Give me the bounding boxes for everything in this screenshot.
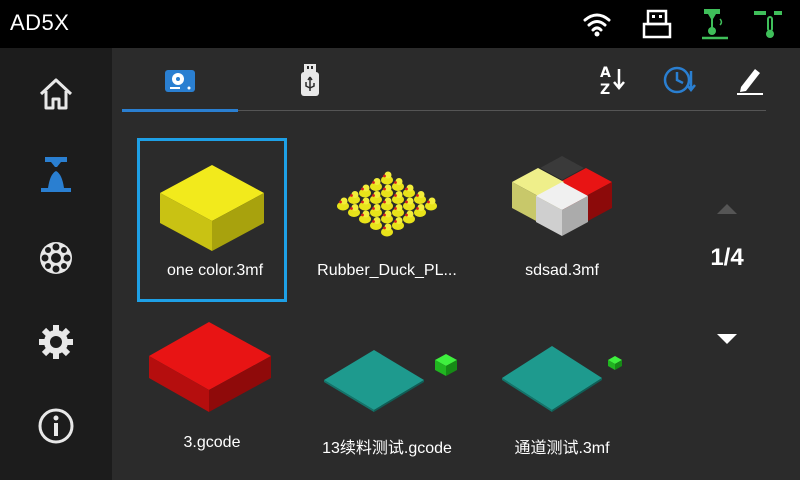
- file-name: sdsad.3mf: [525, 262, 599, 279]
- sort-az-icon: A Z: [600, 65, 625, 97]
- sidebar-item-filament[interactable]: [34, 236, 78, 280]
- sidebar-item-print[interactable]: [34, 152, 78, 196]
- triangle-down-icon: [717, 334, 737, 344]
- info-icon: [38, 408, 74, 444]
- sidebar-item-info[interactable]: [34, 404, 78, 448]
- file-card[interactable]: 通道测试.3mf: [487, 310, 637, 474]
- file-thumbnail: [312, 316, 462, 426]
- file-thumbnail: [140, 147, 284, 257]
- tab-local-storage[interactable]: [150, 60, 210, 100]
- gear-icon: [39, 325, 73, 359]
- edit-icon: [737, 69, 763, 95]
- file-thumbnail: [312, 144, 462, 254]
- nozzle-temperature-icon[interactable]: [698, 7, 732, 41]
- triangle-up-icon: [717, 204, 737, 214]
- wifi-icon[interactable]: [580, 7, 614, 41]
- sidebar-item-home[interactable]: [34, 72, 78, 116]
- sort-by-name-button[interactable]: A Z: [592, 60, 632, 100]
- tab-usb[interactable]: [280, 60, 340, 100]
- file-name: 通道测试.3mf: [514, 440, 610, 457]
- top-bar: AD5X: [0, 0, 800, 48]
- home-icon: [39, 78, 73, 110]
- active-tab-indicator: [122, 109, 238, 112]
- file-thumbnail: [487, 144, 637, 254]
- page-indicator: 1/4: [710, 244, 744, 271]
- file-card[interactable]: 3.gcode: [137, 310, 287, 474]
- file-name: 3.gcode: [183, 434, 241, 451]
- sort-by-time-button[interactable]: [660, 60, 700, 100]
- file-card[interactable]: Rubber_Duck_PL...: [312, 138, 462, 302]
- usb-drive-icon: [301, 64, 319, 96]
- file-browser: A Z one color.3mf Rubber_Duck_PL... sdsa…: [112, 48, 800, 480]
- file-card[interactable]: one color.3mf: [137, 138, 287, 302]
- print-icon: [41, 157, 71, 192]
- file-card[interactable]: 13续料测试.gcode: [312, 310, 462, 474]
- file-thumbnail: [487, 316, 637, 426]
- file-name: one color.3mf: [166, 262, 264, 279]
- sidebar-item-settings[interactable]: [34, 320, 78, 364]
- sort-time-icon: [663, 66, 696, 94]
- svg-text:Z: Z: [600, 82, 610, 97]
- file-thumbnail: [137, 316, 287, 426]
- file-name: 13续料测试.gcode: [322, 440, 452, 457]
- file-name: Rubber_Duck_PL...: [317, 262, 457, 279]
- file-card[interactable]: sdsad.3mf: [487, 138, 637, 302]
- page-up-button[interactable]: [707, 194, 747, 224]
- usb-device-icon[interactable]: [640, 7, 674, 41]
- local-storage-icon: [165, 70, 195, 92]
- svg-text:A: A: [600, 65, 611, 81]
- bed-temperature-icon[interactable]: [752, 7, 786, 41]
- sidebar: [0, 48, 112, 480]
- edit-button[interactable]: [730, 60, 770, 100]
- filament-spool-icon: [40, 242, 72, 274]
- app-title: AD5X: [10, 10, 70, 35]
- page-down-button[interactable]: [707, 324, 747, 354]
